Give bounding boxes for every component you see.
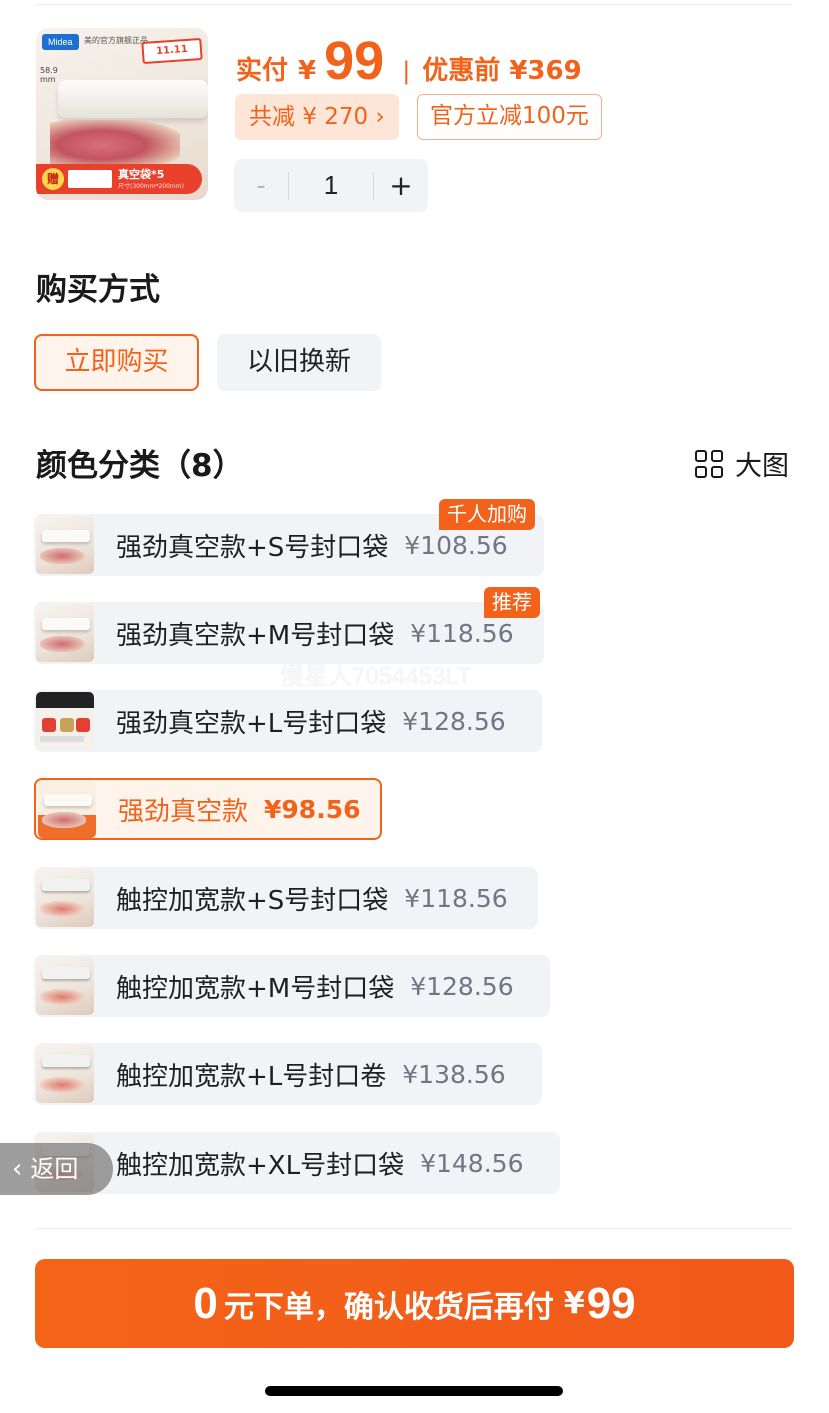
official-discount-chip: 官方立减100元: [417, 94, 602, 140]
bottom-divider: [36, 1228, 793, 1229]
price-row: 实付 ¥ 99 | 优惠前 ¥369: [236, 30, 582, 91]
variant-price: ¥148.56: [420, 1148, 524, 1178]
variant-label: 触控加宽款+L号封口卷: [116, 1061, 387, 1092]
variant-price: ¥128.56: [402, 706, 506, 736]
variant-label: 强劲真空款: [118, 796, 249, 827]
decrement-button[interactable]: -: [234, 171, 288, 201]
buy-now-option[interactable]: 立即购买: [34, 334, 199, 391]
total-discount-chip[interactable]: 共减 ¥ 270 ›: [235, 94, 399, 140]
gift-subtext: 尺寸(300mm*200mm): [118, 183, 184, 190]
submit-amount: 99: [586, 1278, 636, 1328]
variant-thumbnail: [36, 604, 94, 662]
price-currency: ¥: [298, 56, 317, 86]
gift-banner: 赠 真空袋*5 尺寸(300mm*200mm): [36, 164, 202, 194]
variant-label: 强劲真空款+M号封口袋: [116, 620, 395, 651]
variant-label: 强劲真空款+L号封口袋: [116, 708, 387, 739]
quantity-value[interactable]: 1: [289, 170, 373, 201]
submit-text: 元下单，确认收货后再付: [223, 1289, 554, 1325]
back-button[interactable]: ‹ 返回: [0, 1143, 113, 1195]
final-price: 99: [324, 31, 385, 91]
big-view-label: 大图: [735, 451, 789, 482]
gift-text: 真空袋*5: [118, 168, 165, 181]
variant-price: ¥108.56: [404, 530, 508, 560]
original-price: 优惠前 ¥369: [422, 56, 582, 86]
submit-lead-amount: 0: [193, 1278, 218, 1328]
brand-logo: Midea: [42, 34, 79, 50]
trade-in-option[interactable]: 以旧换新: [217, 334, 381, 391]
variant-label: 强劲真空款+S号封口袋: [116, 532, 389, 563]
variant-thumbnail: [36, 692, 94, 750]
variant-option[interactable]: 触控加宽款+L号封口卷 ¥138.56: [34, 1043, 542, 1105]
price-separator: |: [402, 57, 411, 85]
variant-price: ¥128.56: [410, 971, 514, 1001]
popular-tag: 千人加购: [439, 499, 535, 530]
variant-price: ¥118.56: [404, 883, 508, 913]
variant-option[interactable]: 触控加宽款+XL号封口袋 ¥148.56: [34, 1132, 560, 1194]
variant-option[interactable]: 触控加宽款+M号封口袋 ¥128.56: [34, 955, 550, 1017]
watermark: 慢星人7054453LT: [280, 663, 472, 690]
variant-label: 触控加宽款+M号封口袋: [116, 973, 395, 1004]
grid-icon: [695, 449, 723, 478]
food-image: [50, 120, 180, 170]
submit-order-button[interactable]: 0 元下单，确认收货后再付 ¥ 99: [35, 1259, 794, 1348]
variant-option[interactable]: 强劲真空款+S号封口袋 ¥108.56 千人加购: [34, 499, 544, 576]
variant-thumbnail: [36, 1045, 94, 1103]
variant-thumbnail: [36, 516, 94, 574]
variant-price: ¥118.56: [410, 618, 514, 648]
variant-price: ¥138.56: [402, 1059, 506, 1089]
promo-stamp: 11.11: [141, 37, 203, 65]
recommend-tag: 推荐: [484, 587, 540, 618]
big-view-toggle[interactable]: 大图: [695, 444, 789, 483]
color-category-title: 颜色分类（8）: [36, 448, 244, 484]
increment-button[interactable]: +: [374, 169, 428, 202]
variant-option[interactable]: 强劲真空款+L号封口袋 ¥128.56: [34, 690, 542, 752]
product-image[interactable]: Midea 美的官方旗舰正品 11.11 58.9 mm 赠 真空袋*5 尺寸(…: [36, 28, 208, 200]
bags-image: [68, 170, 112, 188]
brand-subtitle: 美的官方旗舰正品: [84, 36, 148, 45]
gift-badge: 赠: [42, 168, 64, 190]
variant-option-selected[interactable]: 强劲真空款 ¥98.56: [34, 778, 382, 840]
purchase-method-title: 购买方式: [36, 272, 160, 308]
variant-thumbnail: [38, 780, 96, 838]
variant-price: ¥98.56: [264, 794, 361, 824]
size-note: 58.9 mm: [40, 66, 58, 84]
back-label: 返回: [30, 1155, 79, 1183]
variant-thumbnail: [36, 957, 94, 1015]
variant-option[interactable]: 强劲真空款+M号封口袋 ¥118.56 推荐: [34, 587, 544, 664]
paid-label: 实付: [236, 56, 289, 86]
variant-option[interactable]: 触控加宽款+S号封口袋 ¥118.56: [34, 867, 538, 929]
submit-currency: ¥: [563, 1286, 585, 1321]
variant-label: 触控加宽款+XL号封口袋: [116, 1150, 405, 1181]
home-indicator: [265, 1386, 563, 1396]
vacuum-sealer-image: [58, 80, 208, 118]
quantity-stepper: - 1 +: [234, 159, 428, 212]
variant-label: 触控加宽款+S号封口袋: [116, 885, 389, 916]
top-divider: [36, 4, 793, 5]
chevron-left-icon: ‹: [12, 1154, 23, 1184]
variant-thumbnail: [36, 869, 94, 927]
